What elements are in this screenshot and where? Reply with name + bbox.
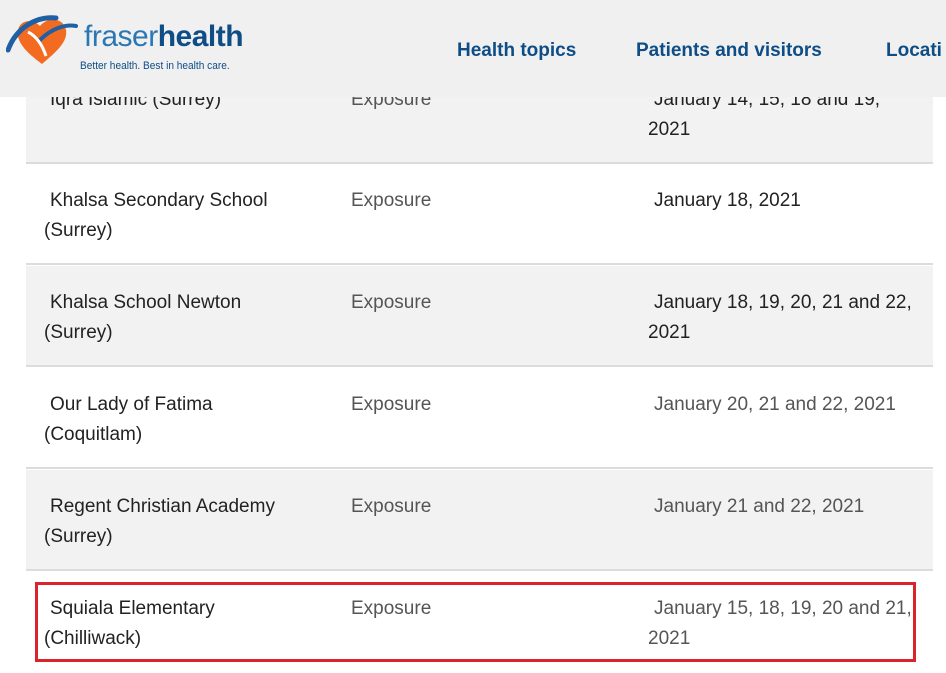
- fraserhealth-logo[interactable]: fraserhealth Better health. Best in heal…: [6, 10, 246, 80]
- logo-word-health: health: [157, 20, 244, 53]
- exposure-type: Exposure: [351, 292, 432, 313]
- logo-wordmark: fraserhealth: [84, 20, 244, 53]
- highlight-box: [35, 582, 916, 662]
- exposure-type: Exposure: [351, 496, 432, 517]
- school-name: Khalsa School Newton (Surrey): [44, 292, 242, 343]
- nav-health-topics[interactable]: Health topics: [457, 40, 576, 62]
- exposure-dates: January 20, 21 and 22, 2021: [654, 394, 896, 415]
- table-row: Khalsa School Newton (Surrey) Exposure J…: [26, 266, 933, 367]
- exposure-dates: January 21 and 22, 2021: [654, 496, 865, 517]
- heart-logo-icon: [6, 15, 78, 64]
- site-header: fraserhealth Better health. Best in heal…: [0, 0, 946, 97]
- nav-locations[interactable]: Locati: [886, 40, 942, 62]
- exposure-dates: January 18, 2021: [654, 190, 801, 211]
- logo-word-fraser: fraser: [84, 20, 158, 53]
- school-name: Khalsa Secondary School (Surrey): [44, 190, 268, 241]
- table-row: Our Lady of Fatima (Coquitlam) Exposure …: [26, 368, 933, 469]
- exposure-type: Exposure: [351, 394, 432, 415]
- exposure-dates: January 18, 19, 20, 21 and 22, 2021: [648, 292, 912, 343]
- logo-tagline: Better health. Best in health care.: [80, 60, 230, 72]
- school-name: Our Lady of Fatima (Coquitlam): [44, 394, 213, 445]
- table-row: Khalsa Secondary School (Surrey) Exposur…: [26, 164, 933, 265]
- table-row: Regent Christian Academy (Surrey) Exposu…: [26, 470, 933, 571]
- exposure-type: Exposure: [351, 190, 432, 211]
- school-name: Regent Christian Academy (Surrey): [44, 496, 275, 547]
- nav-patients-and-visitors[interactable]: Patients and visitors: [636, 40, 822, 62]
